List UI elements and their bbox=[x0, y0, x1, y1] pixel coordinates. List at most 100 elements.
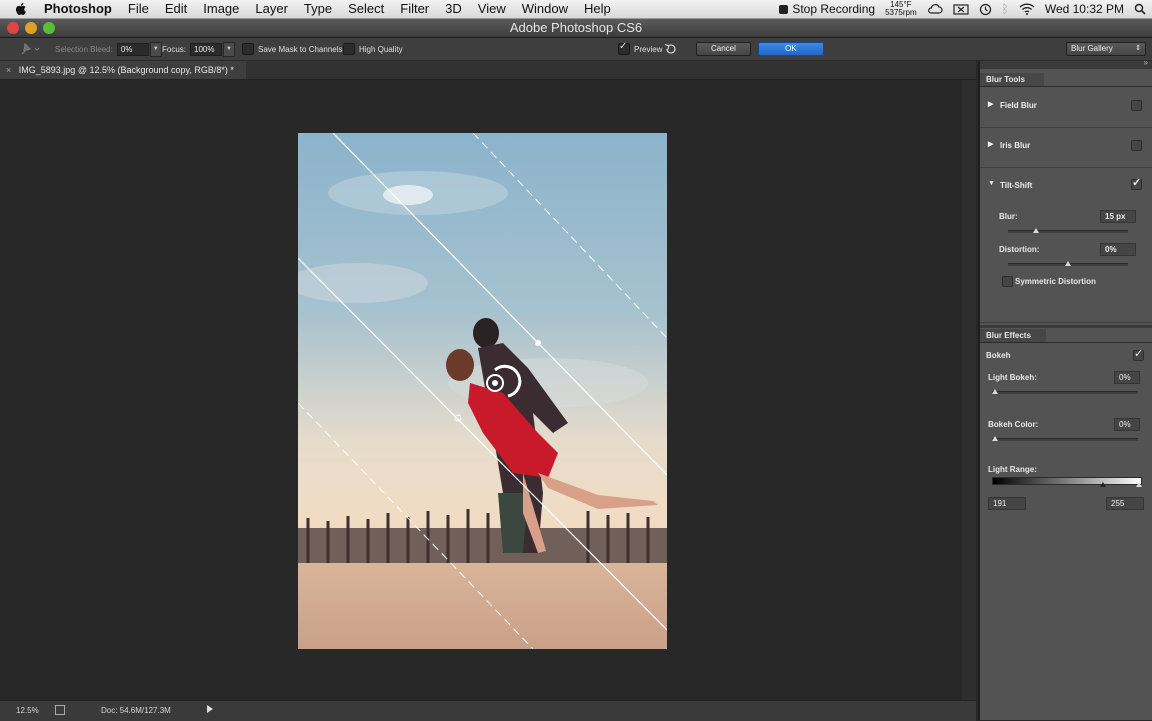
status-menu-arrow-icon[interactable] bbox=[207, 705, 213, 713]
focus-field[interactable]: 100% bbox=[190, 42, 223, 56]
field-blur-checkbox[interactable] bbox=[1131, 100, 1142, 111]
panel-collapse-strip[interactable]: » bbox=[980, 58, 1152, 69]
high-quality-option[interactable]: High Quality bbox=[343, 38, 403, 60]
canvas-scrollbar[interactable] bbox=[962, 80, 976, 700]
light-bokeh-slider-thumb[interactable] bbox=[992, 389, 998, 394]
blur-effects-header[interactable]: Blur Effects bbox=[980, 329, 1046, 343]
apple-logo-icon[interactable] bbox=[14, 2, 28, 16]
save-mask-checkbox[interactable] bbox=[242, 43, 254, 55]
distortion-field[interactable]: 0% bbox=[1100, 243, 1136, 256]
collapse-panel-icon[interactable]: » bbox=[1144, 58, 1148, 67]
close-tab-icon[interactable]: × bbox=[6, 65, 11, 75]
blur-tools-header[interactable]: Blur Tools bbox=[980, 73, 1044, 87]
doc-size: Doc: 54.6M/127.3M bbox=[101, 706, 171, 715]
selection-bleed-dropdown[interactable]: ▼ bbox=[149, 41, 162, 57]
minimize-window-button[interactable] bbox=[25, 22, 37, 34]
light-range-gradient[interactable] bbox=[992, 477, 1142, 485]
document-tab[interactable]: × IMG_5893.jpg @ 12.5% (Background copy,… bbox=[0, 61, 246, 79]
field-blur-row[interactable]: ▶ Field Blur bbox=[980, 87, 1152, 128]
light-range-low-field[interactable]: 191 bbox=[988, 497, 1026, 510]
spotlight-search-icon[interactable] bbox=[1134, 3, 1146, 15]
expand-field-blur-icon[interactable]: ▶ bbox=[988, 100, 993, 108]
bokeh-color-label: Bokeh Color: bbox=[988, 420, 1039, 429]
bokeh-color-slider-thumb[interactable] bbox=[992, 436, 998, 441]
menu-window[interactable]: Window bbox=[514, 0, 576, 18]
expand-iris-blur-icon[interactable]: ▶ bbox=[988, 140, 993, 148]
document-tab-title: IMG_5893.jpg @ 12.5% (Background copy, R… bbox=[18, 65, 234, 75]
cancel-button[interactable]: Cancel bbox=[696, 42, 751, 56]
focus-label: Focus: bbox=[162, 44, 187, 54]
bluetooth-icon[interactable]: ᛒ bbox=[1002, 2, 1009, 16]
light-bokeh-slider-track[interactable] bbox=[992, 391, 1138, 394]
menu-image[interactable]: Image bbox=[195, 0, 247, 18]
distortion-slider-thumb[interactable] bbox=[1065, 261, 1071, 266]
selection-bleed-label: Selection Bleed: bbox=[55, 44, 113, 54]
menu-type[interactable]: Type bbox=[296, 0, 340, 18]
preview-option[interactable]: Preview bbox=[618, 38, 662, 60]
bokeh-label: Bokeh bbox=[986, 351, 1011, 360]
menu-layer[interactable]: Layer bbox=[247, 0, 296, 18]
blur-panel: » Blur Tools ▶ Field Blur ▶ Iris Blur ▼ … bbox=[978, 58, 1152, 720]
temperature-readout[interactable]: 145°F 5375rpm bbox=[885, 1, 917, 17]
light-range-high-thumb[interactable] bbox=[1136, 482, 1142, 487]
field-blur-label: Field Blur bbox=[1000, 101, 1037, 110]
close-window-button[interactable] bbox=[7, 22, 19, 34]
focus-dropdown[interactable]: ▼ bbox=[223, 41, 236, 57]
bokeh-checkbox[interactable] bbox=[1133, 347, 1144, 361]
collapse-tilt-shift-icon[interactable]: ▼ bbox=[988, 180, 995, 187]
light-range-label: Light Range: bbox=[988, 465, 1037, 474]
stop-recording-label: Stop Recording bbox=[792, 2, 876, 16]
menu-3d[interactable]: 3D bbox=[437, 0, 470, 18]
window-title: Adobe Photoshop CS6 bbox=[509, 20, 643, 35]
options-bar: Selection Bleed: 0% ▼ Focus: 100% ▼ Save… bbox=[0, 38, 1152, 61]
high-quality-checkbox[interactable] bbox=[343, 43, 355, 55]
preview-checkbox[interactable] bbox=[618, 41, 630, 55]
iris-blur-checkbox[interactable] bbox=[1131, 140, 1142, 151]
document-info-icon[interactable] bbox=[55, 705, 65, 715]
status-bar: 12.5% Doc: 54.6M/127.3M bbox=[0, 700, 976, 721]
blur-amount-field[interactable]: 15 px bbox=[1100, 210, 1136, 223]
menu-app-photoshop[interactable]: Photoshop bbox=[36, 0, 120, 18]
cloud-icon[interactable] bbox=[927, 4, 943, 14]
rotation-handle bbox=[535, 340, 541, 346]
bokeh-color-slider-track[interactable] bbox=[992, 438, 1138, 441]
menu-file[interactable]: File bbox=[120, 0, 157, 18]
zoom-level[interactable]: 12.5% bbox=[16, 706, 39, 715]
workspace-chevron-icon: ⇕ bbox=[1135, 45, 1141, 52]
clock[interactable]: Wed 10:32 PM bbox=[1045, 2, 1124, 16]
blur-slider-thumb[interactable] bbox=[1033, 228, 1039, 233]
iris-blur-row[interactable]: ▶ Iris Blur bbox=[980, 127, 1152, 168]
pin-tool-icon[interactable] bbox=[18, 38, 40, 60]
iris-blur-label: Iris Blur bbox=[1000, 141, 1031, 150]
light-bokeh-field[interactable]: 0% bbox=[1114, 371, 1140, 384]
screen-share-icon[interactable] bbox=[953, 3, 969, 15]
wifi-icon[interactable] bbox=[1019, 3, 1035, 15]
reset-pins-icon[interactable] bbox=[664, 38, 678, 60]
blur-slider-track[interactable] bbox=[1008, 230, 1128, 233]
document-canvas-image[interactable] bbox=[298, 133, 667, 649]
workspace-switcher[interactable]: Blur Gallery ⇕ bbox=[1066, 42, 1146, 56]
menu-view[interactable]: View bbox=[470, 0, 514, 18]
document-tab-bar: × IMG_5893.jpg @ 12.5% (Background copy,… bbox=[0, 61, 976, 80]
stop-recording-item[interactable]: Stop Recording bbox=[779, 2, 875, 16]
workspace-label: Blur Gallery bbox=[1071, 44, 1113, 53]
tilt-shift-checkbox[interactable] bbox=[1131, 176, 1142, 190]
time-machine-icon[interactable] bbox=[979, 3, 992, 16]
high-quality-label: High Quality bbox=[359, 44, 403, 54]
zoom-window-button[interactable] bbox=[43, 22, 55, 34]
menu-select[interactable]: Select bbox=[340, 0, 392, 18]
bokeh-color-field[interactable]: 0% bbox=[1114, 418, 1140, 431]
light-range-low-thumb[interactable] bbox=[1100, 482, 1106, 487]
menu-edit[interactable]: Edit bbox=[157, 0, 195, 18]
preview-label: Preview bbox=[634, 44, 663, 54]
light-range-high-field[interactable]: 255 bbox=[1106, 497, 1144, 510]
menu-help[interactable]: Help bbox=[576, 0, 619, 18]
save-mask-label: Save Mask to Channels bbox=[258, 44, 343, 54]
symmetric-distortion-checkbox[interactable] bbox=[1002, 276, 1013, 287]
ok-button[interactable]: OK bbox=[758, 42, 824, 56]
save-mask-option[interactable]: Save Mask to Channels bbox=[242, 38, 343, 60]
status-menus: Stop Recording 145°F 5375rpm ᛒ Wed 10:32… bbox=[769, 0, 1146, 18]
light-bokeh-label: Light Bokeh: bbox=[988, 373, 1037, 382]
menu-filter[interactable]: Filter bbox=[392, 0, 437, 18]
selection-bleed-field[interactable]: 0% bbox=[116, 42, 149, 56]
